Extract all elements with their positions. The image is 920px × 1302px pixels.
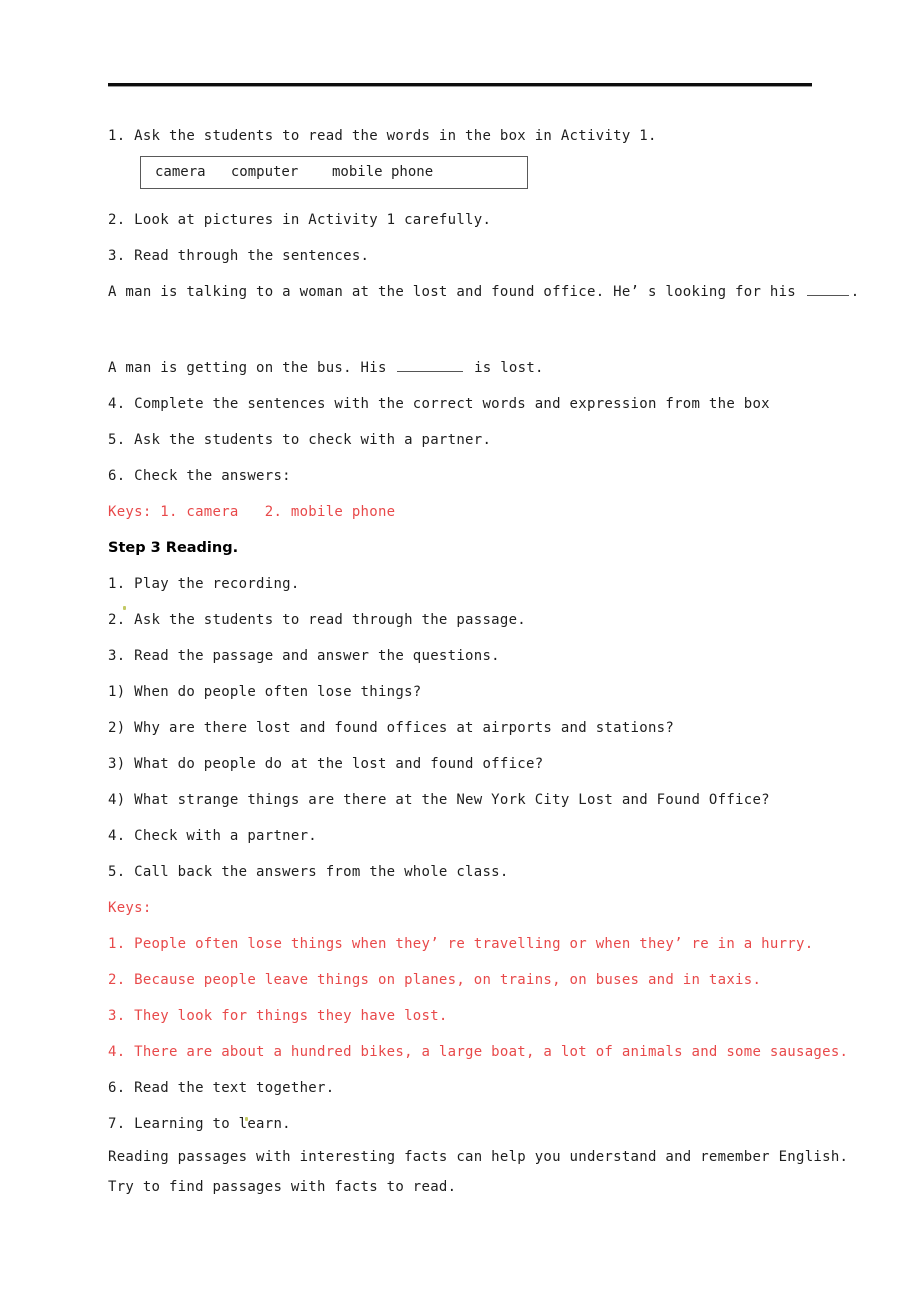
question-4: 4) What strange things are there at the … bbox=[108, 792, 770, 808]
question-1: 1) When do people often lose things? bbox=[108, 684, 422, 700]
scan-speckle-icon bbox=[245, 1117, 248, 1121]
instruction-step-4: 4. Complete the sentences with the corre… bbox=[108, 396, 770, 412]
example-sentence-2: A man is getting on the bus. His is lost… bbox=[108, 350, 820, 386]
instruction-step-5: 5. Ask the students to check with a part… bbox=[108, 432, 492, 448]
example-sentence-1-text: A man is talking to a woman at the lost … bbox=[108, 284, 805, 300]
word-box-words: camera computer mobile phone bbox=[155, 164, 434, 180]
instruction-step-3: 3. Read through the sentences. bbox=[108, 248, 370, 264]
paragraph-gap-1 bbox=[108, 310, 820, 350]
reading-step-5: 5. Call back the answers from the whole … bbox=[108, 864, 509, 880]
word-box-container: camera computer mobile phone bbox=[108, 154, 820, 202]
reading-step-7: 7. Learning to learn. bbox=[108, 1116, 291, 1132]
header-rule bbox=[108, 83, 812, 86]
keys-label: Keys: bbox=[108, 900, 152, 916]
example-sentence-1-blank bbox=[806, 282, 849, 296]
key-answer-1: 1. People often lose things when they’ r… bbox=[108, 936, 814, 952]
reading-step-3: 3. Read the passage and answer the quest… bbox=[108, 648, 500, 664]
reading-step-6: 6. Read the text together. bbox=[108, 1080, 335, 1096]
example-sentence-1: A man is talking to a woman at the lost … bbox=[108, 274, 859, 310]
example-sentence-2-text: A man is getting on the bus. His bbox=[108, 360, 396, 376]
document-body: 1. Ask the students to read the words in… bbox=[108, 118, 859, 1202]
key-answer-2: 2. Because people leave things on planes… bbox=[108, 972, 762, 988]
reading-step-2: 2. Ask the students to read through the … bbox=[108, 612, 527, 628]
instruction-step-1: 1. Ask the students to read the words in… bbox=[108, 128, 657, 144]
example-sentence-2-tail: is lost. bbox=[465, 360, 544, 376]
question-2: 2) Why are there lost and found offices … bbox=[108, 720, 675, 736]
reading-step-1: 1. Play the recording. bbox=[108, 576, 300, 592]
scan-speckle-icon bbox=[123, 606, 126, 610]
key-answer-3: 3. They look for things they have lost. bbox=[108, 1008, 448, 1024]
section-heading-step3: Step 3 Reading. bbox=[108, 540, 239, 556]
learning-note-2: Try to find passages with facts to read. bbox=[108, 1179, 457, 1195]
example-sentence-2-blank bbox=[397, 358, 464, 372]
example-sentence-1-tail: . bbox=[850, 284, 860, 300]
instruction-step-2: 2. Look at pictures in Activity 1 carefu… bbox=[108, 212, 492, 228]
question-3: 3) What do people do at the lost and fou… bbox=[108, 756, 544, 772]
key-answer-4: 4. There are about a hundred bikes, a la… bbox=[108, 1044, 849, 1060]
learning-note-1: Reading passages with interesting facts … bbox=[108, 1149, 849, 1165]
keys-inline-answer: Keys: 1. camera 2. mobile phone bbox=[108, 504, 396, 520]
instruction-step-6: 6. Check the answers: bbox=[108, 468, 291, 484]
word-box: camera computer mobile phone bbox=[140, 156, 528, 189]
reading-step-4: 4. Check with a partner. bbox=[108, 828, 318, 844]
document-page: 1. Ask the students to read the words in… bbox=[0, 0, 920, 1302]
